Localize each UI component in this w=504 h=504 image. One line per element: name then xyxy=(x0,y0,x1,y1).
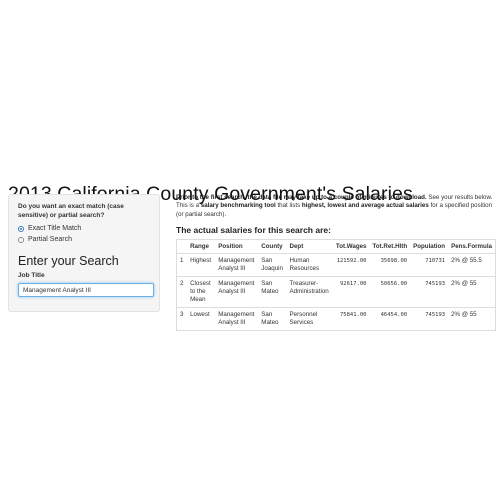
cell-pens-formula: 2% @ 55.5 xyxy=(448,252,496,277)
cell-county: San Mateo xyxy=(258,306,287,331)
cell-pens-formula: 2% @ 55 xyxy=(448,306,496,331)
radio-unchecked-icon[interactable] xyxy=(18,236,24,243)
header-tot-ret-hlth: Tot.Ret.Hlth xyxy=(369,239,411,254)
table-row: 3 Lowest Management Analyst III San Mate… xyxy=(176,306,496,331)
intro-text-part: that lists xyxy=(275,202,302,210)
radio-checked-icon[interactable] xyxy=(18,225,24,232)
results-panel: Prior to the first search, the data file… xyxy=(176,194,496,331)
cell-position: Management Analyst III xyxy=(215,306,259,331)
cell-tot-ret-hlth: 46454.00 xyxy=(369,306,411,331)
header-dept: Dept xyxy=(286,239,333,254)
cell-pens-formula: 2% @ 55 xyxy=(448,275,496,308)
cell-dept: Personnel Services xyxy=(286,306,333,331)
cell-position: Management Analyst III xyxy=(215,275,259,308)
header-range: Range xyxy=(187,239,216,254)
cell-county: San Mateo xyxy=(258,275,287,308)
radio-partial-search[interactable]: Partial Search xyxy=(18,234,150,245)
search-heading: Enter your Search xyxy=(18,254,119,268)
cell-population: 745193 xyxy=(410,275,449,308)
header-population: Population xyxy=(410,239,449,254)
results-heading: The actual salaries for this search are: xyxy=(176,224,331,235)
intro-bold-download: Prior to the first search, the data file… xyxy=(176,194,427,201)
table-row: 1 Highest Management Analyst III San Joa… xyxy=(176,252,496,277)
cell-range: Lowest xyxy=(187,306,216,331)
job-title-label: Job Title xyxy=(18,272,45,279)
cell-index: 3 xyxy=(176,306,188,331)
intro-text: Prior to the first search, the data file… xyxy=(176,194,496,219)
intro-bold-salaries: highest, lowest and average actual salar… xyxy=(301,202,429,210)
match-type-question: Do you want an exact match (case sensiti… xyxy=(18,203,124,219)
table-header-row: Range Position County Dept Tot.Wages Tot… xyxy=(176,239,496,254)
search-sidebar-panel: Do you want an exact match (case sensiti… xyxy=(8,194,160,312)
cell-range: Highest xyxy=(187,252,216,277)
cell-tot-ret-hlth: 50656.00 xyxy=(369,275,411,308)
cell-tot-ret-hlth: 35698.00 xyxy=(369,252,411,277)
header-county: County xyxy=(258,239,287,254)
cell-county: San Joaquin xyxy=(258,252,287,277)
radio-partial-label: Partial Search xyxy=(28,236,72,243)
cell-population: 710731 xyxy=(410,252,449,277)
cell-population: 745193 xyxy=(410,306,449,331)
salary-results-table: Range Position County Dept Tot.Wages Tot… xyxy=(176,238,496,331)
header-pens-formula: Pens.Formula xyxy=(448,239,496,254)
job-title-input[interactable]: Management Analyst III xyxy=(18,283,154,297)
cell-index: 1 xyxy=(176,252,188,277)
cell-position: Management Analyst III xyxy=(215,252,259,277)
header-index xyxy=(176,239,188,254)
job-title-value: Management Analyst III xyxy=(23,286,91,294)
header-tot-wages: Tot.Wages xyxy=(332,239,370,254)
table-row: 2 Closest to the Mean Management Analyst… xyxy=(176,275,496,308)
cell-range: Closest to the Mean xyxy=(187,275,216,308)
cell-tot-wages: 92617.00 xyxy=(332,275,370,308)
radio-exact-label: Exact Title Match xyxy=(28,225,82,232)
cell-index: 2 xyxy=(176,275,188,308)
cell-tot-wages: 121592.00 xyxy=(332,252,370,277)
cell-tot-wages: 75841.00 xyxy=(332,306,370,331)
cell-dept: Treasurer-Administration xyxy=(286,275,333,308)
cell-dept: Human Resources xyxy=(286,252,333,277)
header-position: Position xyxy=(215,239,259,254)
radio-exact-title-match[interactable]: Exact Title Match xyxy=(18,223,150,234)
intro-bold-tool: salary benchmarking tool xyxy=(200,202,276,210)
